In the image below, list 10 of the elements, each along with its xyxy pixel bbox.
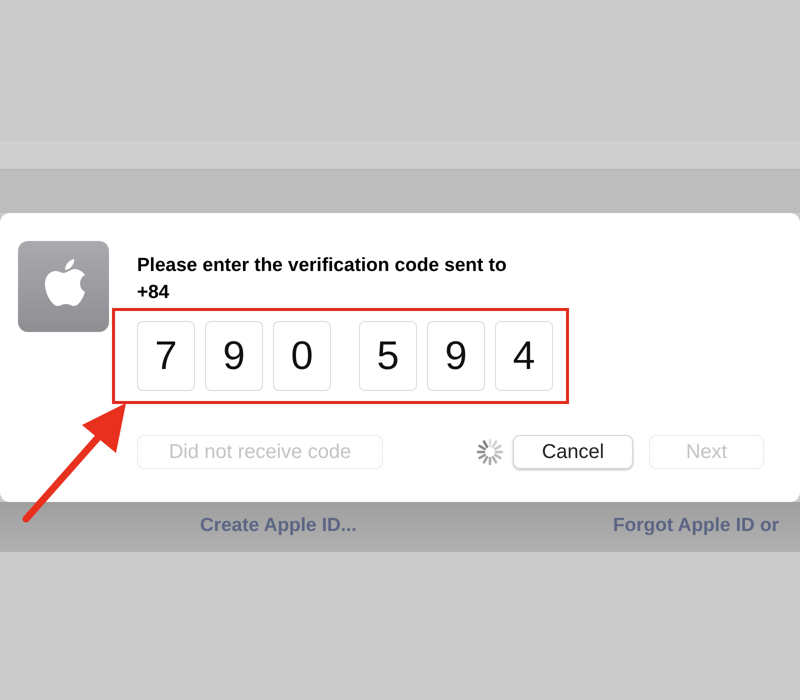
code-digit-field[interactable]: 4	[495, 321, 553, 391]
code-digit-field[interactable]: 7	[137, 321, 195, 391]
dialog-title: Please enter the verification code sent to	[137, 254, 508, 278]
code-digit-field[interactable]: 5	[359, 321, 417, 391]
code-digit-field[interactable]: 9	[427, 321, 485, 391]
code-digit-field[interactable]: 0	[273, 321, 331, 391]
dialog-button[interactable]: Cancel	[513, 435, 633, 469]
apple-logo-icon	[18, 241, 109, 332]
code-digit-field[interactable]: 9	[205, 321, 263, 391]
phone-number: +84	[137, 281, 170, 305]
